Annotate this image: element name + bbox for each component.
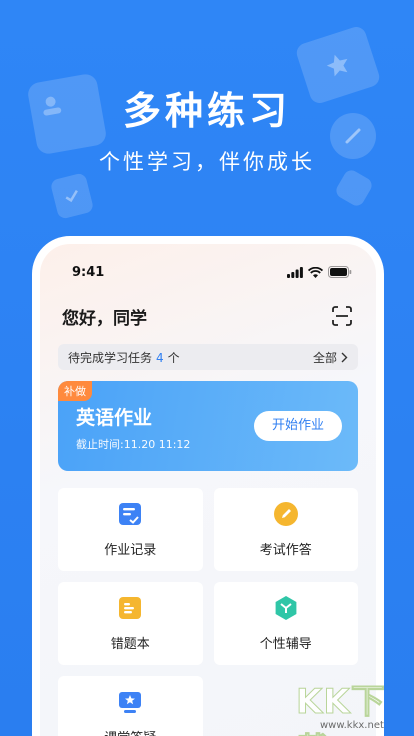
- status-bar: 9:41: [72, 264, 352, 280]
- tile-label: 考试作答: [259, 543, 312, 558]
- app-screen: 9:41 您好，同学 待完成学习任务 4 个 全部 补做 英语作业 截止时间:1…: [40, 244, 376, 736]
- start-homework-button[interactable]: 开始作业: [254, 411, 342, 441]
- greeting-title: 您好，同学: [62, 309, 147, 329]
- pencil-icon: [273, 501, 299, 527]
- notebook-icon: [117, 595, 143, 621]
- tile-exam-answer[interactable]: 考试作答: [213, 488, 358, 571]
- view-all-link[interactable]: 全部: [313, 349, 348, 366]
- tile-label: 错题本: [110, 637, 150, 652]
- tile-personal-tutoring[interactable]: 个性辅导: [213, 582, 358, 665]
- signal-icon: [287, 266, 303, 278]
- watermark: KK下载 www.kkx.net: [290, 674, 414, 736]
- view-all-label: 全部: [312, 350, 337, 365]
- homework-title: 英语作业: [76, 407, 153, 429]
- hero-subtitle: 个性学习，伴你成长: [99, 150, 315, 174]
- pending-tasks-count: 4: [156, 350, 164, 365]
- tile-label: 课堂答疑: [104, 727, 156, 736]
- pending-tasks-text: 待完成学习任务 4 个: [68, 349, 180, 366]
- status-time: 9:41: [72, 264, 105, 280]
- tile-mistake-book[interactable]: 错题本: [58, 582, 203, 665]
- scan-icon[interactable]: [330, 304, 354, 328]
- homework-card[interactable]: 补做 英语作业 截止时间:11.20 11:12 开始作业: [58, 381, 358, 471]
- pending-tasks-suffix: 个: [167, 350, 180, 365]
- homework-deadline: 截止时间:11.20 11:12: [76, 438, 191, 451]
- chevron-right-icon: [341, 352, 348, 362]
- hero-title: 多种练习: [122, 89, 291, 133]
- watermark-url: www.kkx.net: [320, 720, 384, 731]
- star-board-icon: [117, 689, 143, 715]
- battery-icon: [328, 266, 352, 278]
- tile-homework-record[interactable]: 作业记录: [58, 488, 203, 571]
- tile-label: 个性辅导: [259, 637, 312, 652]
- wifi-icon: [308, 266, 323, 278]
- makeup-badge: 补做: [58, 381, 92, 401]
- tile-class-qa[interactable]: 课堂答疑: [58, 676, 203, 736]
- pending-tasks-bar[interactable]: 待完成学习任务 4 个 全部: [58, 344, 358, 370]
- tutoring-icon: [273, 595, 299, 621]
- phone-frame: 9:41 您好，同学 待完成学习任务 4 个 全部 补做 英语作业 截止时间:1…: [32, 236, 384, 736]
- tile-label: 作业记录: [104, 543, 157, 558]
- checklist-decoration-icon: [49, 172, 95, 220]
- homework-record-icon: [117, 501, 143, 527]
- status-icons: [287, 266, 352, 278]
- pending-tasks-prefix: 待完成学习任务: [68, 350, 153, 365]
